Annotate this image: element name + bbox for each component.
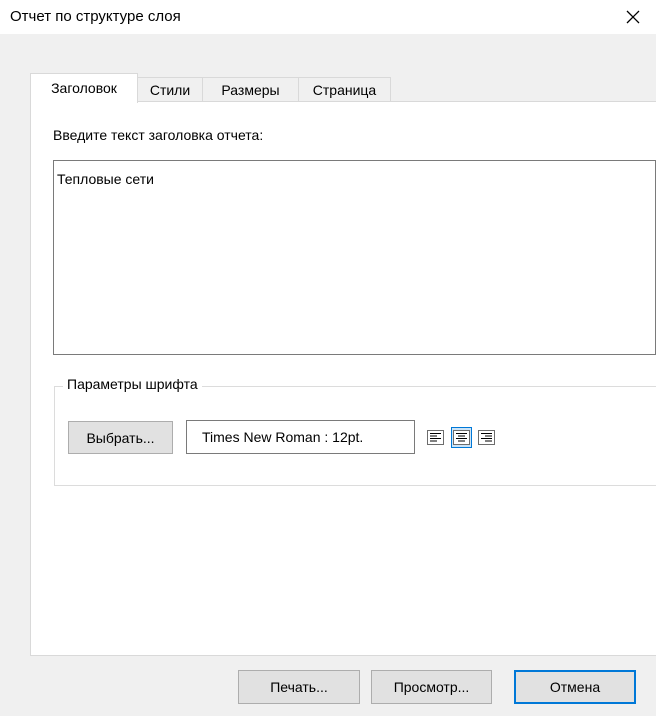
title-bar: Отчет по структуре слоя [0, 0, 656, 34]
font-value-text: Times New Roman : 12pt. [202, 429, 364, 445]
align-left-button[interactable] [425, 427, 446, 448]
preview-button[interactable]: Просмотр... [371, 670, 492, 704]
tab-sizes-label: Размеры [221, 82, 280, 98]
close-button[interactable] [610, 0, 656, 34]
report-title-text: Тепловые сети [57, 171, 154, 187]
align-right-icon [478, 430, 495, 445]
align-center-icon [453, 430, 470, 445]
close-icon [626, 10, 640, 24]
tab-sizes[interactable]: Размеры [202, 77, 299, 101]
font-value-field: Times New Roman : 12pt. [186, 420, 415, 454]
tab-page[interactable]: Страница [298, 77, 391, 101]
tab-header[interactable]: Заголовок [30, 73, 138, 103]
choose-font-button-label: Выбрать... [86, 429, 155, 446]
window-title: Отчет по структуре слоя [10, 8, 181, 25]
title-prompt-label: Введите текст заголовка отчета: [53, 127, 264, 143]
cancel-button[interactable]: Отмена [514, 670, 636, 704]
preview-button-label: Просмотр... [393, 679, 470, 695]
tab-styles-label: Стили [149, 82, 191, 98]
tab-header-label: Заголовок [51, 80, 117, 96]
print-button-label: Печать... [270, 679, 328, 695]
align-left-icon [427, 430, 444, 445]
report-title-textarea[interactable]: Тепловые сети [53, 160, 656, 355]
align-center-button[interactable] [451, 427, 472, 448]
align-right-button[interactable] [476, 427, 497, 448]
cancel-button-label: Отмена [549, 679, 601, 695]
print-button[interactable]: Печать... [238, 670, 360, 704]
tab-page-label: Страница [312, 82, 377, 98]
choose-font-button[interactable]: Выбрать... [68, 421, 173, 454]
tab-styles[interactable]: Стили [137, 77, 203, 101]
font-settings-legend: Параметры шрифта [63, 376, 202, 392]
